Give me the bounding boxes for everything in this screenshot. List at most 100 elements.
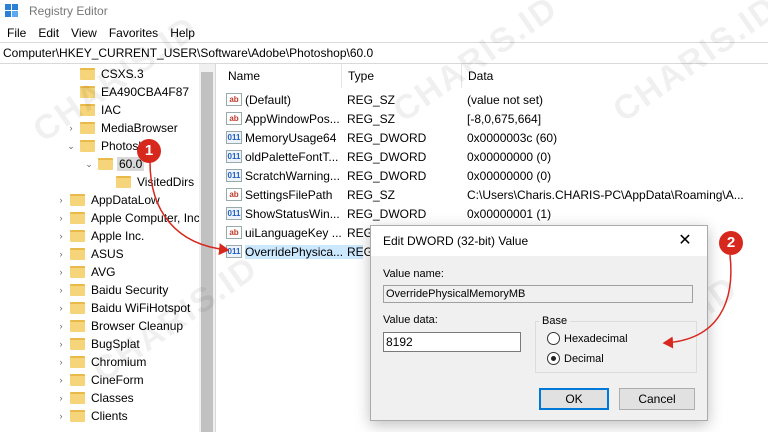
- tree-item-label: EA490CBA4F87: [101, 85, 190, 99]
- value-name: AppWindowPos...: [245, 111, 340, 126]
- radio-icon[interactable]: [547, 332, 560, 345]
- hexadecimal-label: Hexadecimal: [564, 332, 628, 345]
- menu-view[interactable]: View: [65, 24, 103, 42]
- value-type: REG_DWORD: [347, 149, 427, 164]
- tree-item[interactable]: VisitedDirs: [102, 173, 196, 191]
- value-type: REG_DWORD: [347, 206, 427, 221]
- chevron-right-icon[interactable]: ›: [56, 303, 66, 313]
- chevron-right-icon[interactable]: ›: [56, 195, 66, 205]
- chevron-right-icon[interactable]: ›: [56, 357, 66, 367]
- menu-favorites[interactable]: Favorites: [103, 24, 164, 42]
- value-type: REG_DWORD: [347, 130, 427, 145]
- value-data: C:\Users\Charis.CHARIS-PC\AppData\Roamin…: [467, 187, 744, 202]
- close-icon[interactable]: ✕: [677, 232, 693, 250]
- menu-edit[interactable]: Edit: [32, 24, 65, 42]
- tree-item[interactable]: › ASUS: [56, 245, 126, 263]
- value-row[interactable]: 011 oldPaletteFontT... REG_DWORD 0x00000000…: [222, 147, 768, 166]
- value-data-input[interactable]: 8192: [383, 332, 521, 352]
- binary-value-icon: 011: [226, 207, 242, 220]
- ok-button[interactable]: OK: [539, 388, 609, 410]
- chevron-right-icon[interactable]: ›: [56, 249, 66, 259]
- value-row[interactable]: 011 ScratchWarning... REG_DWORD 0x00000000 …: [222, 166, 768, 185]
- chevron-down-icon[interactable]: ⌄: [66, 141, 76, 152]
- tree-item[interactable]: › CineForm: [56, 371, 146, 389]
- folder-icon: [70, 194, 85, 206]
- chevron-down-icon[interactable]: ⌄: [84, 159, 94, 170]
- tree-item[interactable]: › Classes: [56, 389, 136, 407]
- menu-file[interactable]: File: [0, 24, 32, 42]
- address-bar[interactable]: Computer\HKEY_CURRENT_USER\Software\Adob…: [0, 42, 768, 64]
- tree-item[interactable]: IAC: [66, 101, 123, 119]
- value-name: uiLanguageKey ...: [245, 225, 342, 240]
- scrollbar-thumb[interactable]: [201, 72, 213, 432]
- base-label: Base: [539, 315, 571, 327]
- tree-item[interactable]: › MediaBrowser: [66, 119, 180, 137]
- chevron-right-icon[interactable]: ›: [56, 375, 66, 385]
- chevron-right-icon[interactable]: ›: [56, 321, 66, 331]
- value-data-label: Value data:: [383, 314, 438, 326]
- decimal-radio[interactable]: Decimal: [547, 352, 604, 365]
- tree-item[interactable]: CSXS.3: [66, 65, 146, 83]
- tree-item[interactable]: EA490CBA4F87: [66, 83, 191, 101]
- value-row[interactable]: ab AppWindowPos... REG_SZ [-8,0,675,664]: [222, 109, 768, 128]
- chevron-right-icon[interactable]: ›: [56, 339, 66, 349]
- tree-item[interactable]: › Baidu Security: [56, 281, 170, 299]
- chevron-right-icon[interactable]: ›: [56, 393, 66, 403]
- tree-item-label: CSXS.3: [101, 67, 144, 81]
- tree-item-label: AppDataLow: [91, 193, 160, 207]
- folder-open-icon: [98, 158, 113, 170]
- tree-item[interactable]: › Apple Computer, Inc: [56, 209, 202, 227]
- radio-checked-icon[interactable]: [547, 352, 560, 365]
- edit-dword-dialog: Edit DWORD (32-bit) Value ✕ Value name: …: [370, 225, 708, 421]
- folder-icon: [70, 320, 85, 332]
- column-header-data[interactable]: Data: [462, 64, 768, 88]
- value-row[interactable]: 011 ShowStatusWin... REG_DWORD 0x00000001 (…: [222, 204, 768, 223]
- value-name: SettingsFilePath: [245, 187, 333, 202]
- tree-item[interactable]: › AppDataLow: [56, 191, 162, 209]
- tree-scrollbar[interactable]: [199, 64, 215, 432]
- value-data: (value not set): [467, 92, 544, 107]
- title-bar: Registry Editor: [0, 0, 768, 22]
- value-data: 0x0000003c (60): [467, 130, 558, 145]
- value-data: [-8,0,675,664]: [467, 111, 542, 126]
- chevron-right-icon[interactable]: ›: [56, 267, 66, 277]
- chevron-right-icon[interactable]: ›: [66, 123, 76, 133]
- tree-item[interactable]: › BugSplat: [56, 335, 142, 353]
- tree-item[interactable]: › Chromium: [56, 353, 148, 371]
- value-name: MemoryUsage64: [245, 130, 337, 145]
- tree-item-label: Browser Cleanup: [91, 319, 184, 333]
- step-two-badge: 2: [719, 231, 743, 255]
- chevron-right-icon[interactable]: ›: [56, 231, 66, 241]
- folder-icon: [70, 266, 85, 278]
- folder-icon: [70, 284, 85, 296]
- menu-help[interactable]: Help: [164, 24, 201, 42]
- value-type: REG_SZ: [347, 187, 396, 202]
- folder-open-icon: [80, 140, 95, 152]
- tree-item[interactable]: › Clients: [56, 407, 130, 425]
- tree-item[interactable]: › Baidu WiFiHotspot: [56, 299, 192, 317]
- value-row[interactable]: ab (Default) REG_SZ (value not set): [222, 90, 768, 109]
- tree-item[interactable]: › Browser Cleanup: [56, 317, 185, 335]
- chevron-right-icon[interactable]: ›: [56, 285, 66, 295]
- chevron-right-icon[interactable]: ›: [56, 213, 66, 223]
- chevron-right-icon[interactable]: ›: [56, 411, 66, 421]
- tree-item[interactable]: › AVG: [56, 263, 117, 281]
- tree-item-60[interactable]: ⌄ 60.0: [84, 155, 145, 173]
- value-type: REG_SZ: [347, 92, 396, 107]
- hexadecimal-radio[interactable]: Hexadecimal: [547, 332, 628, 345]
- tree-item[interactable]: › Apple Inc.: [56, 227, 146, 245]
- value-row[interactable]: 011 MemoryUsage64 REG_DWORD 0x0000003c (60): [222, 128, 768, 147]
- key-tree: CSXS.3 EA490CBA4F87 IAC › MediaBrowser ⌄ P…: [0, 64, 216, 432]
- value-name-field[interactable]: OverridePhysicalMemoryMB: [383, 285, 693, 303]
- folder-icon: [70, 212, 85, 224]
- cancel-button[interactable]: Cancel: [619, 388, 695, 410]
- value-row[interactable]: ab SettingsFilePath REG_SZ C:\Users\Charis.…: [222, 185, 768, 204]
- value-data: 0x00000000 (0): [467, 149, 552, 164]
- column-header-type[interactable]: Type: [342, 64, 462, 88]
- tree-item-label: Apple Computer, Inc: [91, 211, 200, 225]
- value-name: oldPaletteFontT...: [245, 149, 339, 164]
- tree-item-label: AVG: [91, 265, 116, 279]
- binary-value-icon: 011: [226, 131, 242, 144]
- folder-icon: [70, 302, 85, 314]
- column-header-name[interactable]: Name: [222, 64, 342, 88]
